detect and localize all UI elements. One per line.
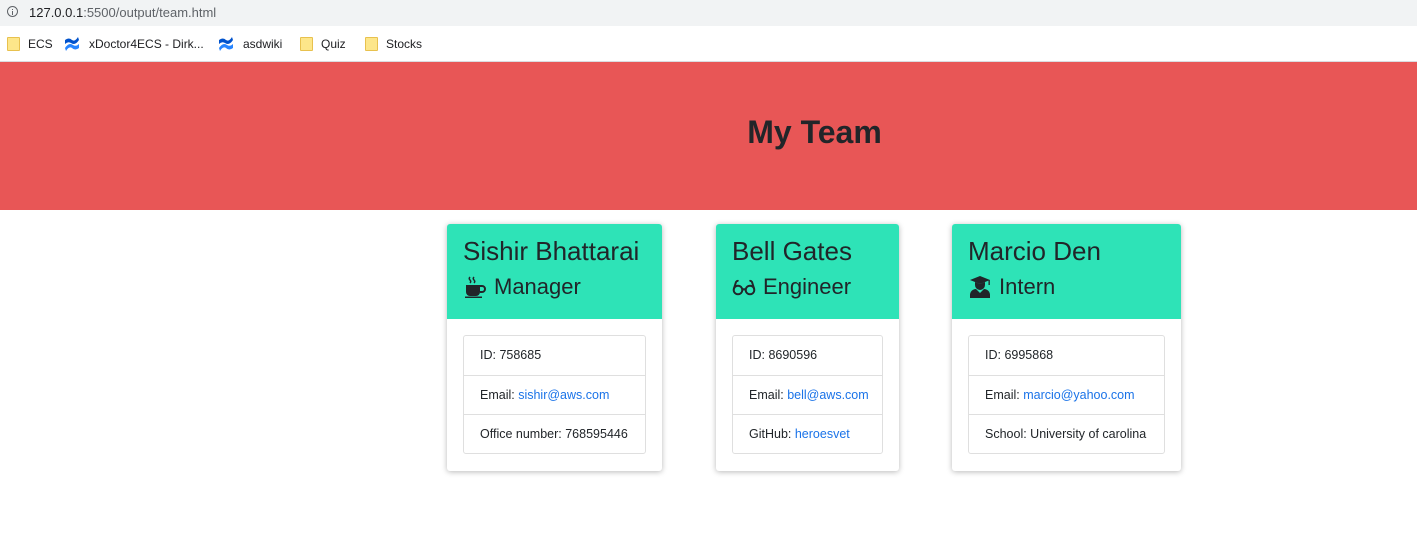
office-number-value: 768595446 [565,427,628,441]
folder-icon [300,37,313,51]
email-label: Email: [749,388,788,402]
url-text[interactable]: 127.0.0.1:5500/output/team.html [29,5,216,20]
id-value: 758685 [499,348,542,362]
url-path: :5500/output/team.html [83,5,217,20]
employee-card-intern: Marcio Den Intern ID: 6995868 Email: mar… [952,224,1181,471]
address-bar[interactable]: 127.0.0.1:5500/output/team.html [0,0,1417,26]
card-header: Marcio Den Intern [952,224,1181,319]
bookmark-ecs[interactable]: ECS [7,36,53,52]
url-host: 127.0.0.1 [29,5,84,20]
employee-id: ID: 8690596 [733,336,882,375]
employee-name: Sishir Bhattarai [463,236,640,266]
employee-id: ID: 6995868 [969,336,1164,375]
bookmark-label: asdwiki [243,37,283,51]
glasses-icon [732,279,756,296]
graduate-icon [970,276,990,298]
employee-card-manager: Sishir Bhattarai Manager ID: 758685 Emai… [447,224,662,471]
id-label: ID: [985,348,1005,362]
employee-role: Manager [463,274,581,300]
bookmark-asdwiki[interactable]: asdwiki [218,36,282,52]
employee-details-list: ID: 6995868 Email: marcio@yahoo.com Scho… [968,335,1165,454]
github-username: GitHub: heroesvet [733,414,882,453]
office-number: Office number: 768595446 [464,414,645,453]
office-number-label: Office number: [480,427,566,441]
id-label: ID: [749,348,769,362]
employee-name: Bell Gates [732,236,852,266]
bookmark-label: Stocks [386,37,423,51]
card-header: Sishir Bhattarai Manager [447,224,662,319]
email-link[interactable]: marcio@yahoo.com [1023,388,1134,402]
confluence-icon [219,37,233,51]
mug-icon [465,276,486,298]
bookmark-stocks[interactable]: Stocks [365,36,422,52]
card-header: Bell Gates Engineer [716,224,899,319]
github-label: GitHub: [749,427,795,441]
email-label: Email: [480,388,519,402]
employee-role: Intern [968,274,1055,300]
school: School: University of carolina [969,414,1164,453]
employee-name: Marcio Den [968,236,1101,266]
employee-email: Email: bell@aws.com [733,375,882,414]
employee-card-engineer: Bell Gates Engineer ID: 8690596 Email: b… [716,224,899,471]
email-link[interactable]: sishir@aws.com [518,388,609,402]
email-label: Email: [985,388,1024,402]
bookmark-label: xDoctor4ECS - Dirk... [89,37,204,51]
page-title: My Team [747,114,882,150]
employee-role: Engineer [732,274,851,300]
role-label: Manager [494,274,581,299]
role-label: Engineer [763,274,852,299]
role-label: Intern [999,274,1056,299]
employee-email: Email: marcio@yahoo.com [969,375,1164,414]
folder-icon [365,37,378,51]
employee-details-list: ID: 758685 Email: sishir@aws.com Office … [463,335,646,454]
employee-email: Email: sishir@aws.com [464,375,645,414]
school-label: School: [985,427,1031,441]
github-link[interactable]: heroesvet [795,427,850,441]
bookmark-label: ECS [28,37,53,51]
school-value: University of carolina [1030,427,1147,441]
bookmark-quiz[interactable]: Quiz [300,36,346,52]
confluence-icon [65,37,79,51]
employee-id: ID: 758685 [464,336,645,375]
employee-details-list: ID: 8690596 Email: bell@aws.com GitHub: … [732,335,883,454]
email-link[interactable]: bell@aws.com [787,388,868,402]
id-value: 6995868 [1004,348,1054,362]
info-icon[interactable] [7,6,18,17]
bookmark-label: Quiz [321,37,346,51]
team-header-banner: My Team [0,62,1417,210]
bookmark-xdoctor4ecs[interactable]: xDoctor4ECS - Dirk... [64,36,204,52]
folder-icon [7,37,20,51]
bookmarks-bar: ECS xDoctor4ECS - Dirk... asdwiki Quiz S… [0,26,1417,62]
id-label: ID: [480,348,500,362]
id-value: 8690596 [768,348,818,362]
